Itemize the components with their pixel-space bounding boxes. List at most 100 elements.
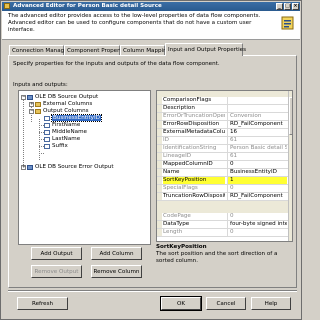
row-marker bbox=[157, 161, 162, 168]
tree-item-source-output[interactable]: − OLE DB Source Output bbox=[21, 94, 98, 101]
expand-icon[interactable]: + bbox=[29, 102, 34, 107]
scrollbar-thumb[interactable] bbox=[289, 97, 292, 135]
folder-icon bbox=[35, 109, 41, 114]
column-icon bbox=[44, 116, 50, 121]
property-row[interactable]: Length 0 bbox=[157, 229, 288, 237]
remove-column-button[interactable]: Remove Column bbox=[91, 265, 142, 278]
tree-item-error-output[interactable]: + OLE DB Source Error Output bbox=[21, 164, 114, 171]
row-marker bbox=[157, 221, 162, 228]
add-column-button[interactable]: Add Column bbox=[91, 247, 142, 260]
property-row[interactable]: IdentificationString Person Basic detail … bbox=[157, 145, 288, 153]
property-name: DataType bbox=[163, 221, 190, 227]
category-header bbox=[157, 201, 288, 213]
property-row[interactable]: ErrorOrTruncationOperationConversion bbox=[157, 113, 288, 121]
property-row[interactable]: ExternalMetadataColumnID16 bbox=[157, 129, 288, 137]
help-button[interactable]: Help bbox=[251, 297, 291, 310]
property-value: 0 bbox=[227, 161, 287, 168]
tree-item-column-suffix[interactable]: Suffix bbox=[44, 143, 68, 150]
property-row[interactable]: Name BusinessEntityID bbox=[157, 169, 288, 177]
tree-item-column-firstname[interactable]: FirstName bbox=[44, 122, 80, 129]
expand-icon[interactable]: + bbox=[21, 165, 26, 170]
close-button[interactable]: × bbox=[292, 3, 299, 10]
row-marker bbox=[157, 185, 162, 192]
property-name: SpecialFlags bbox=[163, 185, 198, 191]
tab-component-properties[interactable]: Component Properties bbox=[64, 45, 130, 55]
tree-connector-line bbox=[39, 153, 44, 154]
title-bar: Advanced Editor for Person Basic detail … bbox=[2, 2, 300, 11]
row-marker bbox=[157, 113, 162, 120]
add-output-button[interactable]: Add Output bbox=[31, 247, 82, 260]
divider bbox=[8, 290, 297, 292]
tree-item-external-columns[interactable]: + External Columns bbox=[29, 101, 92, 108]
property-name: TruncationRowDisposition bbox=[163, 193, 225, 199]
property-value: BusinessEntityID bbox=[227, 169, 287, 176]
tree-connector-line bbox=[23, 98, 24, 167]
column-icon bbox=[44, 137, 50, 142]
output-icon bbox=[27, 165, 33, 170]
folder-icon bbox=[35, 102, 41, 107]
tree-item-output-columns[interactable]: − Output Columns bbox=[29, 108, 89, 115]
property-help-text: The sort position and the sort direction… bbox=[156, 251, 278, 264]
property-value: RD_FailComponent bbox=[227, 193, 287, 200]
inputs-outputs-label: Inputs and outputs: bbox=[13, 82, 68, 88]
property-value: Person Basic detail Source bbox=[227, 145, 287, 152]
minimize-button[interactable]: _ bbox=[276, 3, 283, 10]
inputs-outputs-tree[interactable]: − OLE DB Source Output + External Columns … bbox=[18, 90, 151, 245]
tree-item-column-businessentityid[interactable]: BusinessEntityID bbox=[44, 114, 102, 122]
remove-output-button[interactable]: Remove Output bbox=[31, 265, 82, 278]
property-row[interactable]: LineageID 61 bbox=[157, 153, 288, 161]
property-value bbox=[227, 105, 287, 112]
row-marker bbox=[157, 129, 162, 136]
collapse-icon[interactable]: − bbox=[29, 109, 34, 114]
property-row[interactable]: DataType four-byte signed integer [ bbox=[157, 221, 288, 229]
property-row[interactable]: TruncationRowDispositionRD_FailComponent bbox=[157, 193, 288, 201]
property-name: ID bbox=[163, 137, 169, 143]
property-name: Name bbox=[163, 169, 180, 175]
property-value: 16 bbox=[227, 129, 287, 136]
row-marker bbox=[157, 153, 162, 160]
property-value: RD_FailComponent bbox=[227, 121, 287, 128]
tab-input-output-properties[interactable]: Input and Output Properties bbox=[165, 43, 246, 56]
ok-button[interactable]: OK bbox=[160, 296, 202, 311]
output-icon bbox=[27, 95, 33, 100]
property-row[interactable]: ComparisonFlags bbox=[157, 97, 288, 105]
property-row[interactable]: SpecialFlags 0 bbox=[157, 185, 288, 193]
properties-scrollbar[interactable] bbox=[288, 91, 292, 241]
tree-item-column-middlename[interactable]: MiddleName bbox=[44, 129, 87, 136]
maximize-button[interactable]: □ bbox=[284, 3, 291, 10]
property-help-title: SortKeyPosition bbox=[156, 244, 207, 250]
tree-item-column-lastname[interactable]: LastName bbox=[44, 136, 80, 143]
column-icon bbox=[44, 123, 50, 128]
row-marker bbox=[157, 169, 162, 176]
row-marker bbox=[157, 105, 162, 112]
property-row[interactable]: MappedColumnID 0 bbox=[157, 161, 288, 169]
property-name: ExternalMetadataColumnID bbox=[163, 129, 225, 135]
tab-column-mappings[interactable]: Column Mappings bbox=[120, 45, 173, 55]
property-name: LineageID bbox=[163, 153, 192, 159]
property-value: 0 bbox=[227, 229, 287, 236]
property-name: IdentificationString bbox=[163, 145, 217, 151]
property-name: ComparisonFlags bbox=[163, 97, 212, 103]
property-name: MappedColumnID bbox=[163, 161, 213, 167]
cancel-button[interactable]: Cancel bbox=[206, 297, 246, 310]
instructions-text: Specify properties for the inputs and ou… bbox=[13, 61, 220, 67]
property-value: four-byte signed integer [ bbox=[227, 221, 287, 228]
property-row[interactable]: CodePage 0 bbox=[157, 213, 288, 221]
properties-grid[interactable]: ComparisonFlags Description ErrorOrTrunc… bbox=[156, 90, 293, 242]
property-value: 0 bbox=[227, 213, 287, 220]
property-value: Conversion bbox=[227, 113, 287, 120]
property-row[interactable]: ErrorRowDisposition RD_FailComponent bbox=[157, 121, 288, 129]
property-row[interactable]: Description bbox=[157, 105, 288, 113]
row-marker bbox=[157, 121, 162, 128]
refresh-button[interactable]: Refresh bbox=[17, 297, 68, 310]
property-row-sortkeyposition[interactable]: SortKeyPosition 1 bbox=[157, 177, 288, 185]
property-value: 61 bbox=[227, 153, 287, 160]
property-row[interactable]: ID 61 bbox=[157, 137, 288, 145]
property-value bbox=[227, 97, 287, 104]
collapse-icon[interactable]: − bbox=[21, 95, 26, 100]
row-marker bbox=[157, 97, 162, 104]
row-marker bbox=[157, 177, 162, 184]
property-value: 0 bbox=[227, 185, 287, 192]
tab-connection-managers[interactable]: Connection Managers bbox=[9, 45, 73, 55]
property-name: SortKeyPosition bbox=[163, 177, 225, 184]
